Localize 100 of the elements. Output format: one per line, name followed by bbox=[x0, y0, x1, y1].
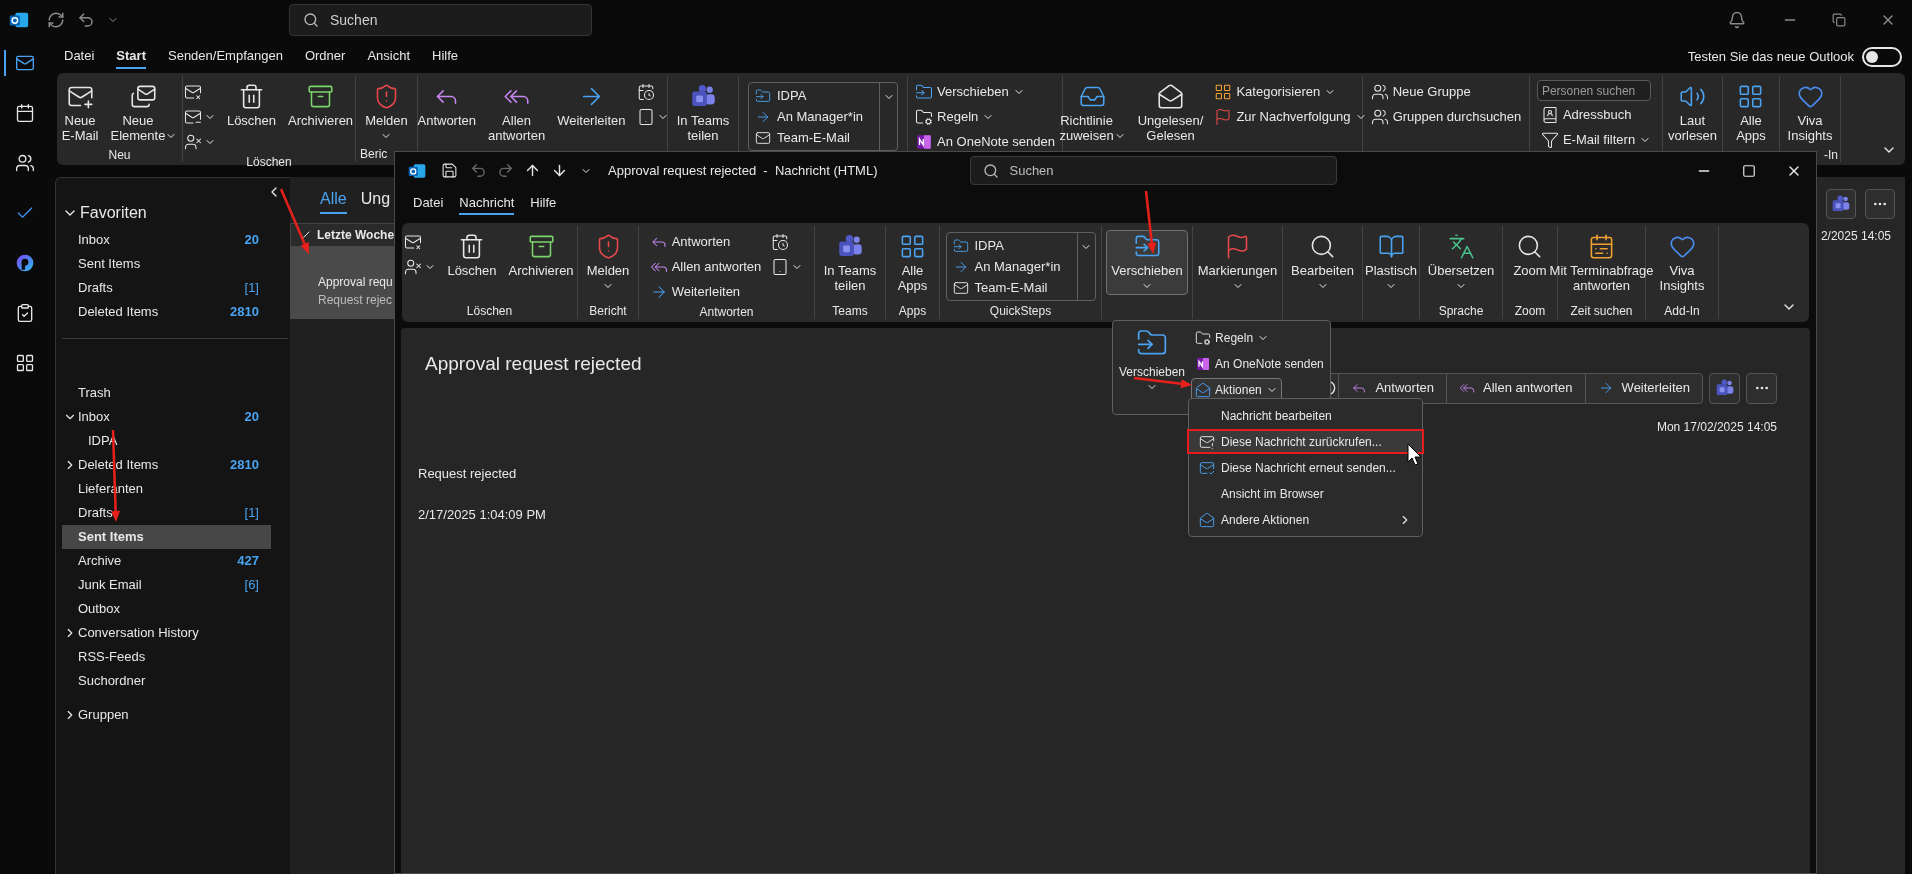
ribbon-button[interactable]: Löschen bbox=[442, 230, 502, 281]
group-label: Sprache bbox=[1438, 303, 1484, 319]
folder-item[interactable]: Drafts [1] bbox=[62, 276, 271, 300]
window-title: Approval request rejected - Nachricht (HTML) bbox=[608, 161, 878, 180]
ribbon-button[interactable]: Plastisch bbox=[1360, 230, 1422, 295]
menu-tab[interactable]: Nachricht bbox=[459, 193, 515, 215]
ribbon-button[interactable]: Archivieren bbox=[283, 80, 359, 131]
move-button[interactable]: Verschieben bbox=[1117, 325, 1188, 410]
message-date: Mon 17/02/2025 14:05 bbox=[1656, 418, 1777, 436]
item-count: 2810 bbox=[230, 303, 260, 322]
ribbon-button[interactable]: Alle Apps bbox=[892, 230, 933, 296]
menu-tab[interactable]: Start bbox=[116, 44, 146, 69]
reply-action-button[interactable]: Allen antworten bbox=[1446, 373, 1586, 403]
ribbon-button[interactable]: Neue Gruppe bbox=[1366, 80, 1475, 103]
body-text: 2/17/2025 1:04:09 PM bbox=[418, 506, 546, 524]
menu-item[interactable]: Diese Nachricht erneut senden... bbox=[1187, 455, 1424, 480]
ribbon-button[interactable]: Löschen bbox=[221, 80, 282, 131]
folder-item[interactable]: RSS-Feeds bbox=[62, 645, 271, 669]
ribbon-button[interactable]: Neue E-Mail bbox=[56, 80, 104, 146]
ribbon-button[interactable]: E-Mail filtern bbox=[1536, 128, 1656, 151]
menu-tab[interactable]: Datei bbox=[64, 44, 95, 69]
ribbon-button[interactable]: Weiterleiten bbox=[645, 280, 745, 303]
group-label: Zeit suchen bbox=[1570, 303, 1633, 319]
flyout-button[interactable]: Regeln bbox=[1191, 326, 1274, 350]
ribbon-button[interactable]: Regeln bbox=[911, 105, 999, 128]
ribbon-button[interactable]: Allen antworten bbox=[645, 255, 766, 278]
folder-item[interactable]: Outbox bbox=[62, 597, 271, 621]
people-search-field[interactable]: Personen suchen bbox=[1536, 80, 1651, 101]
menu-item[interactable]: Nachricht bearbeiten bbox=[1187, 403, 1424, 428]
ribbon-button[interactable]: Viva Insights bbox=[1782, 80, 1838, 146]
ribbon-button[interactable]: Übersetzen bbox=[1422, 230, 1500, 295]
ribbon-button[interactable]: Laut vorlesen bbox=[1662, 80, 1723, 146]
group-label: Antworten bbox=[699, 304, 754, 320]
ribbon-button[interactable]: Adressbuch bbox=[1536, 103, 1636, 126]
menu-item[interactable]: Andere Aktionen bbox=[1187, 507, 1424, 532]
group-label: Löschen bbox=[466, 303, 513, 319]
folder-item[interactable]: Archive 427 bbox=[62, 549, 271, 573]
folder-item[interactable]: Trash bbox=[62, 381, 271, 405]
folder-item[interactable]: Sent Items bbox=[62, 252, 271, 276]
folder-item[interactable]: Junk Email [6] bbox=[62, 573, 271, 597]
ribbon-button[interactable]: In Teams teilen bbox=[818, 230, 882, 296]
group-label: Teams bbox=[832, 303, 868, 319]
quickstep-item[interactable]: IDPA bbox=[749, 85, 879, 106]
folder-item[interactable]: Sent Items bbox=[62, 525, 271, 549]
reply-action-button[interactable]: Weiterleiten bbox=[1585, 373, 1702, 403]
ribbon-button[interactable]: Ungelesen/ Gelesen bbox=[1132, 80, 1209, 146]
folder-item[interactable]: Suchordner bbox=[62, 669, 271, 693]
quickstep-item[interactable]: An Manager*in bbox=[946, 256, 1077, 277]
group-label: Zoom bbox=[1514, 303, 1546, 319]
menu-tab[interactable]: Datei bbox=[413, 193, 444, 215]
ribbon-button[interactable]: In Teams teilen bbox=[671, 80, 735, 146]
ribbon-button[interactable]: Kategorisieren bbox=[1210, 80, 1341, 103]
ribbon-button[interactable]: Antworten bbox=[412, 80, 482, 131]
ribbon-button[interactable]: Allen antworten bbox=[483, 80, 551, 146]
menu-tab[interactable]: Ansicht bbox=[367, 44, 411, 69]
quickstep-item[interactable]: Team-E-Mail bbox=[946, 277, 1077, 298]
search-field[interactable]: Suchen bbox=[970, 156, 1338, 185]
ribbon-button[interactable]: Melden bbox=[360, 80, 413, 145]
message-preview: Request rejec bbox=[318, 292, 394, 309]
groups-header[interactable]: Gruppen bbox=[62, 703, 290, 727]
ribbon-button[interactable]: Markierungen bbox=[1192, 230, 1283, 295]
menu-item[interactable]: Ansicht im Browser bbox=[1187, 481, 1424, 506]
folder-item[interactable]: Inbox 20 bbox=[62, 405, 271, 429]
flyout-button[interactable]: An OneNote senden bbox=[1191, 352, 1328, 376]
ribbon-button[interactable]: Verschieben bbox=[911, 80, 1029, 103]
folder-item[interactable]: Conversation History bbox=[62, 621, 271, 645]
group-label: Neu bbox=[108, 147, 131, 163]
ribbon-button[interactable]: Weiterleiten bbox=[552, 80, 631, 131]
item-count: 20 bbox=[244, 408, 260, 427]
ribbon-button[interactable]: Neue Elemente bbox=[105, 80, 183, 146]
ribbon-button[interactable]: Archivieren bbox=[503, 230, 579, 281]
ribbon-button[interactable]: Viva Insights bbox=[1654, 230, 1710, 296]
favorites-header[interactable]: Favoriten bbox=[62, 200, 290, 226]
message-subject: Approval request rejected bbox=[425, 352, 642, 376]
ribbon-button[interactable]: Melden bbox=[581, 230, 635, 295]
ribbon-button[interactable]: Verschieben bbox=[1106, 230, 1188, 295]
group-title: Letzte Woche bbox=[317, 227, 395, 244]
menu-tab[interactable]: Hilfe bbox=[530, 193, 557, 215]
menu-tab[interactable]: Senden/Empfangen bbox=[168, 44, 283, 69]
group-label: Add-In bbox=[1664, 303, 1700, 319]
menu-tab[interactable]: Hilfe bbox=[432, 44, 459, 69]
item-count: [6] bbox=[244, 576, 260, 595]
folder-item[interactable]: Inbox 20 bbox=[62, 228, 271, 252]
body-text: Request rejected bbox=[418, 464, 517, 483]
folder-item[interactable]: Drafts [1] bbox=[62, 501, 271, 525]
ribbon-button[interactable]: Richtlinie zuweisen bbox=[1054, 80, 1131, 146]
group-label: Apps bbox=[898, 303, 927, 319]
quickstep-item[interactable]: IDPA bbox=[946, 235, 1077, 256]
ribbon-button[interactable]: Alle Apps bbox=[1731, 80, 1771, 146]
filter-tab[interactable]: Alle bbox=[320, 186, 347, 214]
message-subject: Approval requ bbox=[318, 274, 394, 291]
ribbon-button[interactable]: Antworten bbox=[645, 230, 735, 253]
menu-item[interactable]: Diese Nachricht zurückrufen... bbox=[1187, 429, 1424, 454]
ribbon-button[interactable]: Bearbeiten bbox=[1286, 230, 1359, 295]
search-field[interactable]: Suchen bbox=[289, 4, 592, 36]
folder-item[interactable]: Deleted Items 2810 bbox=[62, 300, 271, 324]
quickstep-item[interactable]: An Manager*in bbox=[749, 106, 879, 127]
quickstep-item[interactable]: Team-E-Mail bbox=[749, 127, 879, 148]
filter-tab[interactable]: Ung bbox=[360, 186, 391, 214]
menu-tab[interactable]: Ordner bbox=[304, 44, 346, 69]
